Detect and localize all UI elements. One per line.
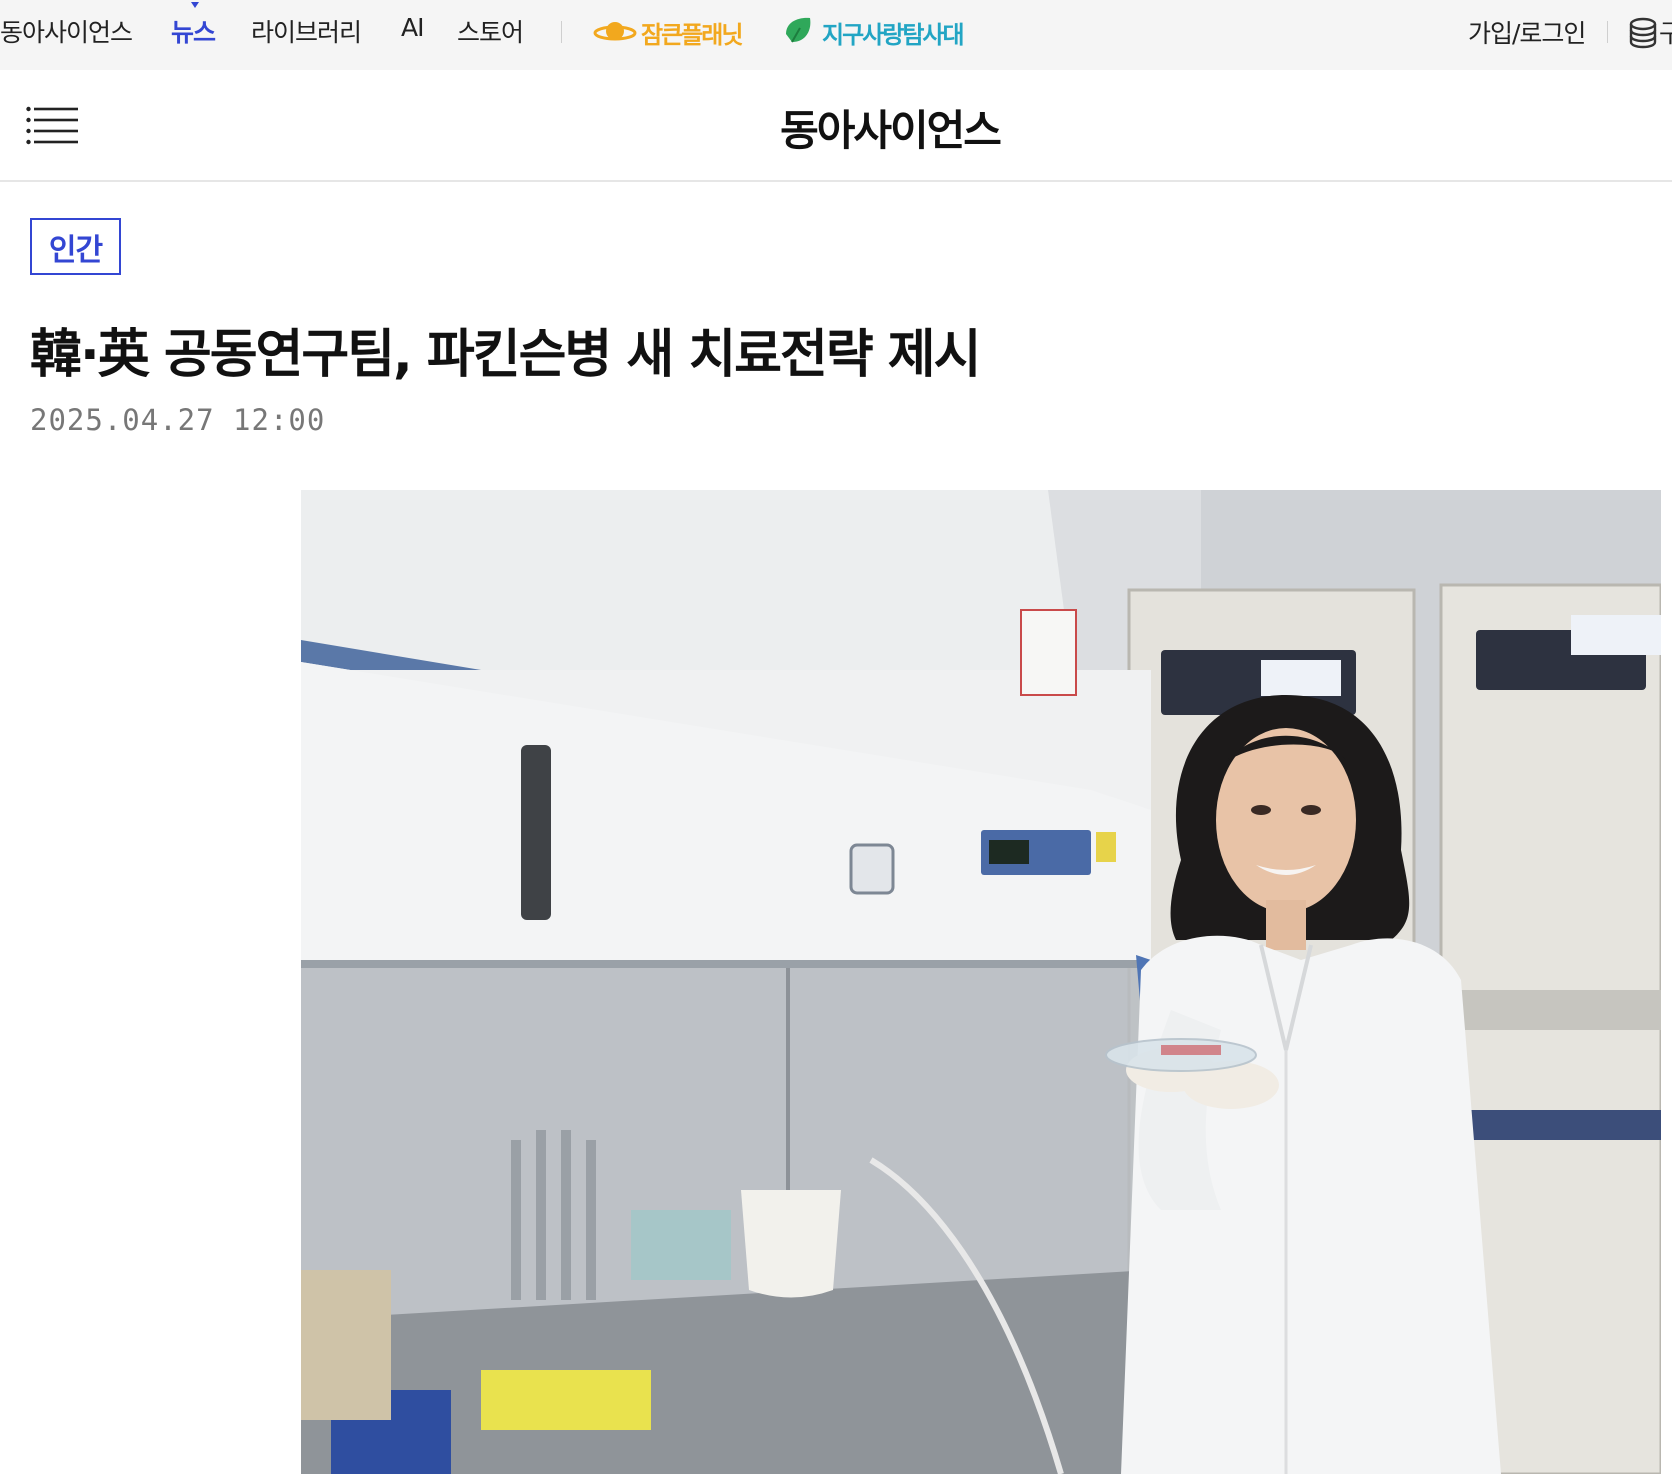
promo-label: 잠큰플래닛 <box>641 20 743 49</box>
brand-link[interactable]: 동아사이언스 <box>0 13 133 49</box>
lab-photo <box>301 490 1661 1474</box>
nav-store[interactable]: 스토어 <box>457 13 524 49</box>
category-badge[interactable]: 인간 <box>30 218 121 275</box>
promo-earth-love[interactable]: 지구사랑탐사대 <box>780 12 965 52</box>
divider <box>561 21 562 43</box>
active-indicator-icon <box>191 2 199 8</box>
subscribe-label[interactable]: 구 <box>1659 14 1672 50</box>
site-header: 동아사이언스 <box>0 70 1672 182</box>
planet-icon <box>593 22 637 41</box>
site-title[interactable]: 동아사이언스 <box>0 97 1672 158</box>
login-link[interactable]: 가입/로그인 <box>1468 14 1586 50</box>
nav-library[interactable]: 라이브러리 <box>251 13 362 49</box>
database-icon[interactable] <box>1626 16 1660 50</box>
nav-ai[interactable]: AI <box>401 13 425 42</box>
nav-news[interactable]: 뉴스 <box>171 13 216 49</box>
article-date: 2025.04.27 12:00 <box>30 403 326 437</box>
leaf-icon <box>786 17 811 43</box>
promo-zamkeun-planet[interactable]: 잠큰플래닛 <box>593 12 743 52</box>
top-bar: 동아사이언스 뉴스 라이브러리 AI 스토어 잠큰플래닛 지구사랑탐사대 가입/… <box>0 0 1672 71</box>
divider <box>1607 21 1608 43</box>
promo-label: 지구사랑탐사대 <box>822 20 965 49</box>
lab-photo-illustration <box>301 490 1661 1474</box>
article-headline: 韓·英 공동연구팀, 파킨슨병 새 치료전략 제시 <box>30 325 981 385</box>
